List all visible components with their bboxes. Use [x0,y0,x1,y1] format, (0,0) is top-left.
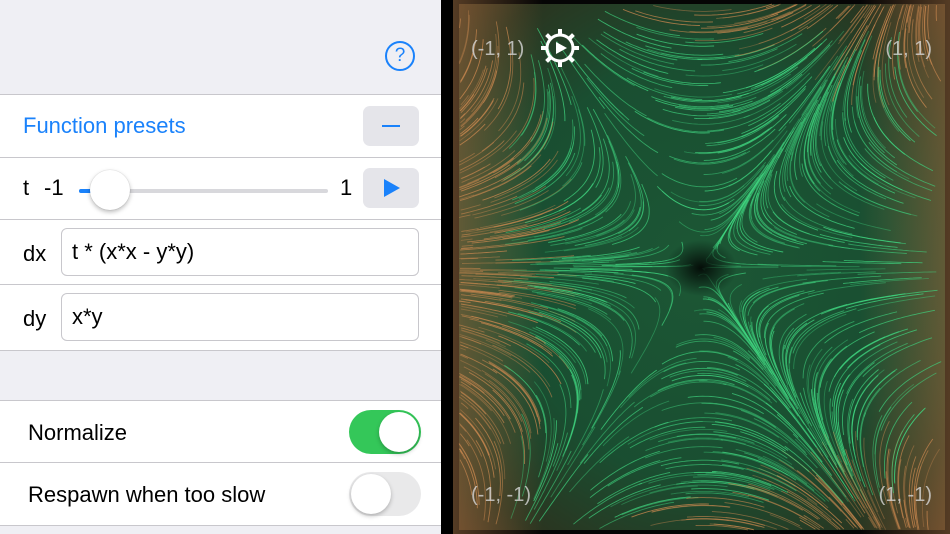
vector-field-view[interactable]: (-1, 1) (1, 1) (-1, -1) (1, -1) [453,0,950,534]
dy-label: dy [23,306,47,331]
field-edge-left [453,0,543,534]
respawn-label: Respawn when too slow [28,482,266,507]
help-button[interactable]: ? [385,41,415,71]
parameter-row: t -1 1 [0,158,441,219]
normalize-toggle[interactable] [349,410,421,454]
respawn-row: Respawn when too slow [0,463,441,524]
corner-label-bottom-right: (1, -1) [878,484,932,506]
saddle-point [665,240,737,296]
corner-label-top-right: (1, 1) [885,38,932,60]
normalize-row: Normalize [0,401,441,462]
dx-label: dx [23,241,47,266]
dx-row: dx t * (x*x - y*y) [0,220,441,284]
function-group: Function presets t -1 1 dx t * (x*x - y*… [0,94,441,351]
options-group: Normalize Respawn when too slow [0,400,441,526]
presets-row: Function presets [0,95,441,157]
corner-label-bottom-left: (-1, -1) [471,484,531,506]
function-presets-link[interactable]: Function presets [23,113,186,139]
question-circle-icon: ? [394,45,406,66]
slider-max-label: 1 [340,175,353,200]
play-button[interactable] [363,168,419,208]
collapse-presets-button[interactable] [363,106,419,146]
gear-icon [541,29,579,67]
slider-min-label: -1 [44,175,64,200]
parameter-name: t [23,175,30,200]
slider-thumb[interactable] [89,170,130,210]
minus-icon [382,125,400,127]
play-icon [384,179,400,197]
dy-row: dy x*y [0,285,441,349]
toggle-knob [379,412,419,452]
settings-button[interactable] [539,27,581,69]
panel-divider [441,0,453,534]
normalize-label: Normalize [28,420,128,445]
toggle-knob [351,474,391,514]
dx-input[interactable]: t * (x*x - y*y) [61,228,419,276]
corner-label-top-left: (-1, 1) [471,38,525,60]
respawn-toggle[interactable] [349,472,421,516]
flow-field-canvas [453,0,950,534]
settings-panel: ? Function presets t -1 1 dx t * (x*x - … [0,0,441,534]
dy-input[interactable]: x*y [61,293,419,341]
